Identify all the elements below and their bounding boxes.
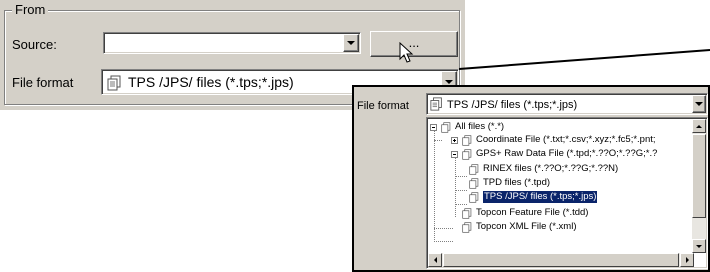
zoom-file-format-label: File format	[357, 100, 409, 112]
file-icon	[462, 207, 473, 219]
tree-item-tpd[interactable]: TPD files (*.tpd)	[469, 177, 550, 189]
arrow-left-icon	[433, 257, 437, 263]
chevron-down-icon	[695, 102, 703, 106]
tree-item-topcon-feature[interactable]: Topcon Feature File (*.tdd)	[451, 207, 588, 219]
plus-box-icon[interactable]	[451, 136, 458, 144]
tree-item-rinex[interactable]: RINEX files (*.??O;*.??G;*.??N)	[469, 163, 618, 175]
file-icon	[462, 148, 473, 160]
scroll-left-button[interactable]	[428, 253, 442, 267]
file-icon	[469, 191, 480, 203]
file-icon	[469, 163, 480, 175]
minus-box-icon[interactable]	[430, 123, 437, 131]
arrow-up-icon	[696, 124, 702, 128]
vertical-scrollbar[interactable]	[692, 119, 706, 253]
tree-item-label: Topcon Feature File (*.tdd)	[476, 207, 589, 218]
scroll-up-button[interactable]	[692, 119, 706, 133]
arrow-down-icon	[696, 244, 702, 248]
tree-item-all-files[interactable]: All files (*.*)	[430, 121, 504, 133]
arrow-right-icon	[685, 257, 689, 263]
zoom-callout-panel: File format TPS /JPS/ files (*.tps;*.jps…	[352, 85, 710, 272]
tree-item-coordinate-file[interactable]: Coordinate File (*.txt;*.csv;*.xyz;*.fc5…	[451, 134, 656, 146]
tree-item-label: Topcon XML File (*.xml)	[476, 221, 577, 232]
tree-item-topcon-xml[interactable]: Topcon XML File (*.xml)	[451, 221, 576, 233]
tree-item-label: TPD files (*.tpd)	[483, 177, 551, 188]
tree-item-gps-raw-data[interactable]: GPS+ Raw Data File (*.tpd;*.??O;*.??G;*.…	[451, 148, 657, 160]
file-type-tree[interactable]: All files (*.*) Coordinate File (*.txt;*…	[426, 117, 708, 269]
tree-item-label: GPS+ Raw Data File (*.tpd;*.??O;*.??G;*.…	[476, 148, 658, 159]
tree-item-label: All files (*.*)	[455, 121, 505, 132]
vertical-scroll-thumb[interactable]	[692, 134, 706, 218]
tree-item-label: Coordinate File (*.txt;*.csv;*.xyz;*.fc5…	[476, 134, 656, 145]
minus-box-icon[interactable]	[451, 150, 458, 158]
scroll-right-button[interactable]	[680, 253, 694, 267]
tree-item-label: TPS /JPS/ files (*.tps;*.jps)	[483, 191, 598, 203]
scroll-down-button[interactable]	[692, 239, 706, 253]
zoom-file-format-value: TPS /JPS/ files (*.tps;*.jps)	[447, 99, 578, 111]
file-icon	[462, 134, 473, 146]
horizontal-scroll-thumb[interactable]	[443, 253, 679, 267]
horizontal-scrollbar[interactable]	[428, 253, 694, 267]
zoom-dropdown-button[interactable]	[692, 95, 706, 113]
tree-item-label: RINEX files (*.??O;*.??G;*.??N)	[483, 163, 619, 174]
file-icon	[462, 221, 473, 233]
file-icon	[469, 177, 480, 189]
file-icon	[441, 121, 452, 133]
zoom-file-format-combobox[interactable]: TPS /JPS/ files (*.tps;*.jps)	[426, 93, 708, 115]
file-icon	[430, 97, 444, 116]
tree-item-tps-jps-selected[interactable]: TPS /JPS/ files (*.tps;*.jps)	[469, 191, 598, 203]
